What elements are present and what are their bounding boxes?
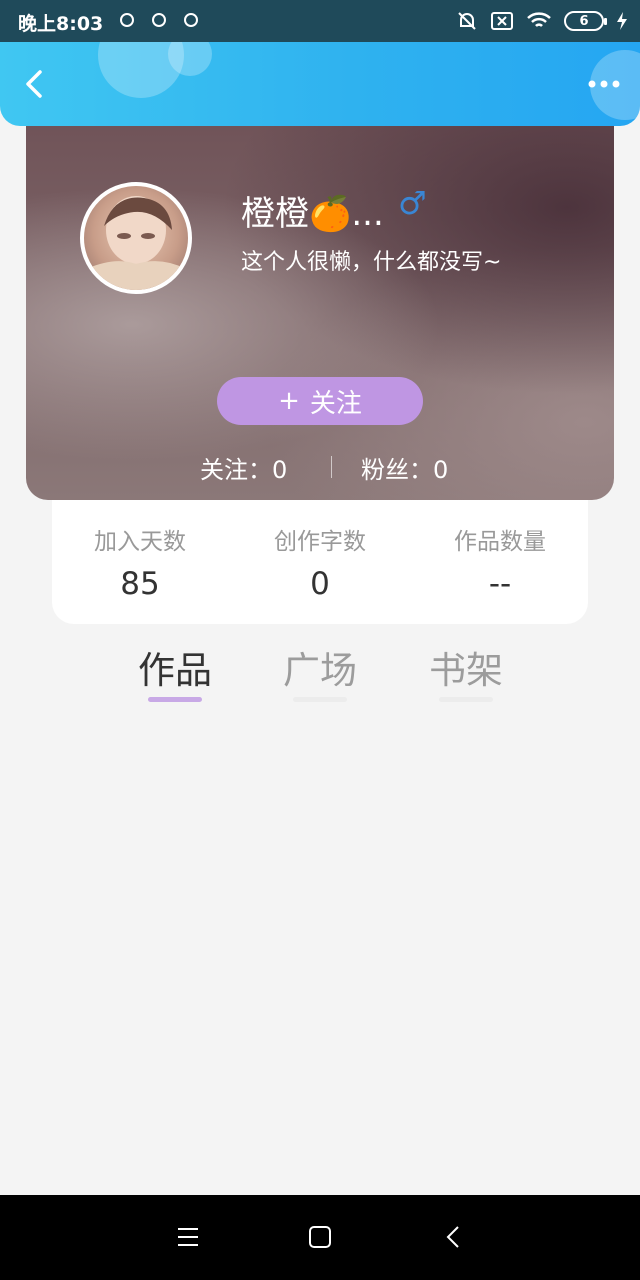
stat-word-count: 创作字数 0	[230, 522, 410, 602]
follow-button[interactable]: + 关注	[217, 377, 423, 425]
nav-back-icon[interactable]	[434, 1217, 474, 1257]
avatar[interactable]	[80, 182, 192, 294]
tab-indicator-active	[148, 697, 202, 702]
avatar-image	[84, 196, 188, 290]
charging-icon	[617, 12, 627, 30]
stat-works-count: 作品数量 --	[410, 522, 590, 602]
stats-panel: 加入天数 85 创作字数 0 作品数量 --	[52, 500, 588, 624]
stat-value: --	[488, 566, 512, 602]
back-button[interactable]	[16, 66, 52, 102]
stat-value: 85	[120, 566, 160, 602]
no-sim-icon	[491, 12, 513, 30]
tab-bookshelf[interactable]: 书架	[406, 640, 526, 694]
wifi-icon	[527, 12, 551, 27]
battery-level: 6	[579, 13, 589, 29]
notification-icon	[184, 13, 198, 27]
profile-card: 橙橙🍊... ♂ 这个人很懒，什么都没写~ + 关注 关注：0 粉丝：0	[26, 110, 614, 500]
stat-label: 创作字数	[274, 529, 366, 555]
stat-join-days: 加入天数 85	[50, 522, 230, 602]
notification-icon	[152, 13, 166, 27]
user-bio: 这个人很懒，什么都没写~	[241, 250, 502, 275]
user-name: 橙橙🍊...	[241, 194, 384, 234]
follow-stats: 关注：0 粉丝：0	[26, 446, 614, 485]
tab-plaza[interactable]: 广场	[260, 640, 380, 694]
follow-button-label: 关注	[309, 388, 362, 419]
home-square-icon[interactable]	[300, 1217, 340, 1257]
tab-works[interactable]: 作品	[115, 640, 235, 694]
stat-label: 加入天数	[94, 529, 186, 555]
tab-indicator	[439, 697, 493, 702]
plus-icon: +	[278, 386, 300, 416]
system-nav-bar	[0, 1195, 640, 1280]
status-icons: 6	[456, 8, 628, 34]
stat-label: 作品数量	[454, 529, 546, 555]
status-time: 晚上8:03	[18, 13, 104, 35]
fans-count[interactable]: 粉丝：0	[361, 450, 448, 485]
mute-bell-icon	[458, 12, 476, 30]
tab-indicator	[293, 697, 347, 702]
male-icon: ♂	[398, 184, 427, 222]
more-options-button[interactable]	[584, 66, 624, 102]
status-bar: 晚上8:03 6	[0, 0, 640, 42]
stat-value: 0	[310, 566, 330, 602]
divider	[331, 456, 332, 478]
battery-icon: 6	[564, 11, 607, 31]
header-bar	[0, 42, 640, 126]
menu-icon[interactable]	[168, 1217, 208, 1257]
following-count[interactable]: 关注：0	[200, 450, 287, 485]
notification-icon	[120, 13, 134, 27]
